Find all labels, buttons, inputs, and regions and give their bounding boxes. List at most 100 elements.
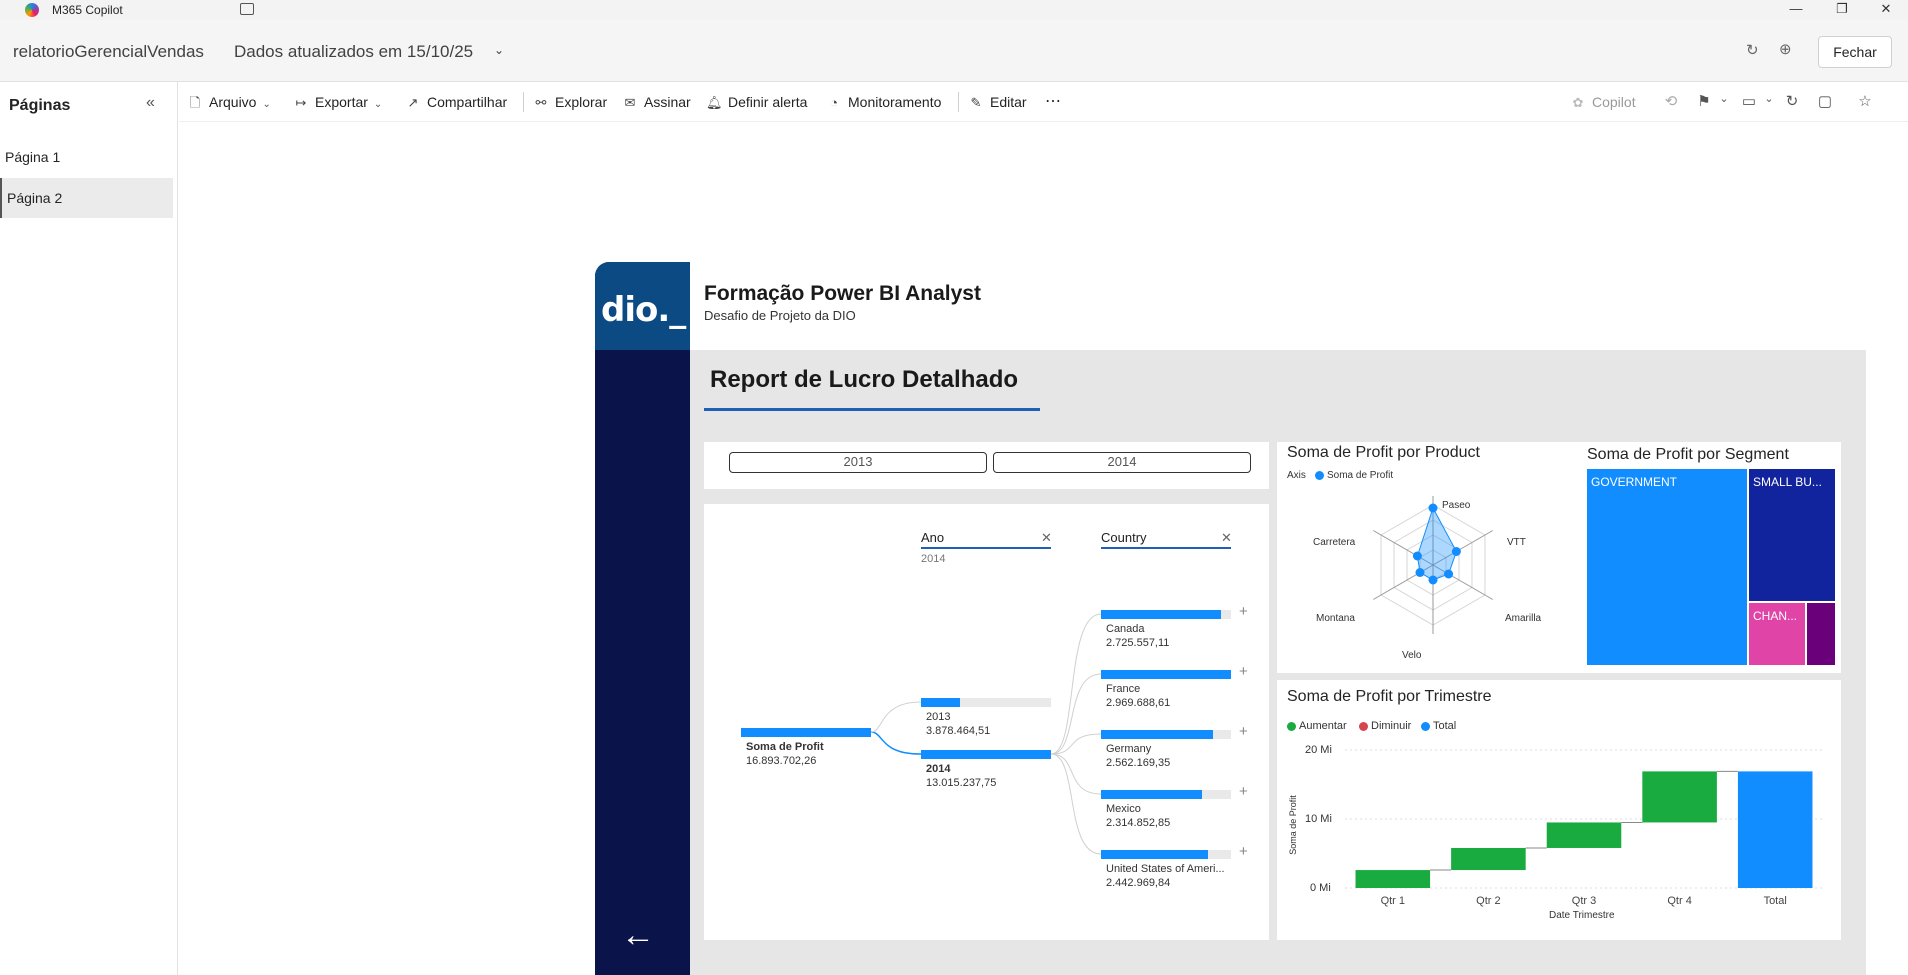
radar-point[interactable] (1428, 503, 1438, 513)
data-updated-label[interactable]: Dados atualizados em 15/10/25 (234, 42, 473, 62)
toolbar-divider (523, 92, 524, 112)
expand-plus-icon[interactable]: + (1239, 663, 1248, 680)
country-label: Mexico (1106, 803, 1141, 815)
treemap-government[interactable]: GOVERNMENT (1587, 469, 1747, 665)
report-title: Formação Power BI Analyst (704, 282, 981, 305)
country-bar-germany[interactable] (1101, 730, 1213, 739)
comment-icon[interactable]: ▢ (1815, 92, 1835, 110)
x-tick-label: Qtr 1 (1381, 895, 1405, 907)
radar-point[interactable] (1451, 547, 1461, 556)
pencil-icon: ✎ (970, 95, 982, 110)
country-bar-usa[interactable] (1101, 850, 1208, 859)
x-tick-label: Total (1764, 895, 1787, 907)
assinar-button[interactable]: ✉ Assinar (622, 82, 691, 122)
radar-point[interactable] (1428, 575, 1438, 585)
year-2013-value: 3.878.464,51 (926, 725, 991, 737)
waterfall-bar-qtr-2[interactable] (1451, 847, 1526, 871)
share-icon: ↗ (407, 95, 419, 110)
year-slicer: 2013 2014 (704, 442, 1269, 489)
expand-plus-icon[interactable]: + (1239, 723, 1248, 740)
collapse-icon[interactable]: « (146, 94, 155, 112)
report-page: dio._ ← Formação Power BI Analyst Desafi… (595, 262, 1866, 975)
copilot-icon: ✿ (1572, 95, 1584, 110)
country-bar-canada[interactable] (1101, 610, 1221, 619)
minimize-button[interactable]: — (1774, 0, 1818, 20)
ano-header[interactable]: Ano (921, 530, 944, 545)
bookmark-icon[interactable]: ⚑ (1694, 92, 1714, 110)
radar-point[interactable] (1444, 569, 1454, 579)
country-label: Germany (1106, 743, 1152, 755)
waterfall-bar-total[interactable] (1737, 771, 1813, 888)
radar-series-area (1416, 506, 1457, 581)
globe-icon[interactable]: ⊕ (1779, 40, 1792, 58)
exportar-menu[interactable]: ↦ Exportar ⌄ (293, 82, 383, 122)
country-bar-france[interactable] (1101, 670, 1231, 679)
year-2014-value: 13.015.237,75 (926, 777, 997, 789)
chevron-down-icon[interactable]: ⌄ (1714, 92, 1734, 105)
country-bar-mexico[interactable] (1101, 790, 1203, 799)
country-header[interactable]: Country (1101, 530, 1147, 545)
toolbar-divider (958, 92, 959, 112)
expand-plus-icon[interactable]: + (1239, 843, 1248, 860)
view-icon[interactable]: ▭ (1739, 92, 1759, 110)
dio-logo: dio._ (595, 262, 690, 350)
radar-chart-title: Soma de Profit por Product (1287, 444, 1480, 461)
more-options-button[interactable]: ⋯ (1045, 82, 1061, 122)
monitoramento-button[interactable]: ◔ Monitoramento (826, 82, 941, 122)
country-label: United States of Ameri... (1106, 863, 1225, 875)
x-tick-label: Qtr 4 (1667, 895, 1691, 907)
dio-logo-text: dio._ (601, 290, 686, 330)
editar-button[interactable]: ✎ Editar (968, 82, 1027, 122)
page-item-2[interactable]: Página 2 (0, 178, 173, 218)
sidebar-toggle-icon[interactable] (240, 3, 254, 15)
year-2014-bar[interactable] (921, 750, 1051, 759)
compartilhar-button[interactable]: ↗ Compartilhar (405, 82, 508, 122)
chevron-down-icon: ⌄ (262, 99, 271, 110)
binoculars-icon: ⚯ (535, 95, 547, 110)
refresh-icon[interactable]: ↻ (1782, 92, 1802, 110)
radar-axis-label: Amarilla (1505, 613, 1542, 624)
radar-point[interactable] (1415, 568, 1425, 577)
arquivo-menu[interactable]: 🗋 Arquivo ⌄ (187, 82, 271, 122)
treemap-label: GOVERNMENT (1591, 475, 1678, 489)
back-arrow-icon[interactable]: ← (621, 916, 655, 955)
year-2013-bar[interactable] (921, 698, 960, 707)
restore-button[interactable]: ❐ (1820, 0, 1864, 20)
refresh-icon[interactable]: ↻ (1746, 41, 1759, 59)
close-window-button[interactable]: ✕ (1864, 0, 1908, 20)
expand-plus-icon[interactable]: + (1239, 783, 1248, 800)
expand-plus-icon[interactable]: + (1239, 603, 1248, 620)
waterfall-bar-qtr-3[interactable] (1546, 822, 1622, 848)
country-value: 2.725.557,11 (1106, 637, 1170, 649)
radar-point[interactable] (1412, 551, 1422, 561)
close-report-button[interactable]: Fechar (1818, 36, 1892, 68)
waterfall-bar-qtr-4[interactable] (1642, 771, 1717, 823)
ano-clear-icon[interactable]: ✕ (1041, 530, 1052, 546)
chevron-down-icon[interactable]: ⌄ (494, 43, 504, 57)
page-item-1[interactable]: Página 1 (0, 137, 173, 177)
ano-selected: 2014 (921, 553, 946, 565)
treemap-label: CHAN... (1753, 609, 1798, 623)
waterfall-chart-panel: Soma de Profit por Trimestre Aumentar Di… (1277, 680, 1841, 940)
ano-underline (921, 547, 1051, 549)
copilot-button[interactable]: ✿ Copilot (1570, 82, 1636, 122)
root-bar[interactable] (741, 728, 871, 737)
reset-icon[interactable]: ⟲ (1661, 92, 1681, 110)
explorar-button[interactable]: ⚯ Explorar (533, 82, 608, 122)
slicer-2014-button[interactable]: 2014 (993, 452, 1251, 473)
treemap-channel[interactable]: CHAN... (1749, 603, 1805, 665)
treemap-other[interactable] (1807, 603, 1835, 665)
app-title: M365 Copilot (52, 3, 123, 17)
favorite-star-icon[interactable]: ☆ (1855, 92, 1875, 110)
section-underline (704, 408, 1040, 411)
chevron-down-icon[interactable]: ⌄ (1759, 92, 1779, 105)
country-clear-icon[interactable]: ✕ (1221, 530, 1232, 546)
country-value: 2.314.852,85 (1106, 817, 1171, 829)
slicer-2013-button[interactable]: 2013 (729, 452, 987, 473)
section-title: Report de Lucro Detalhado (710, 366, 1019, 393)
radar-axis-label: Carretera (1313, 537, 1356, 548)
treemap-small-business[interactable]: SMALL BU... (1749, 469, 1835, 601)
waterfall-plot: Qtr 1 Qtr 2 Qtr 3 Qtr 4 Total (1345, 749, 1823, 907)
definir-alerta-button[interactable]: 🔔︎ Definir alerta (706, 82, 807, 122)
waterfall-bar-qtr-1[interactable] (1355, 870, 1431, 888)
